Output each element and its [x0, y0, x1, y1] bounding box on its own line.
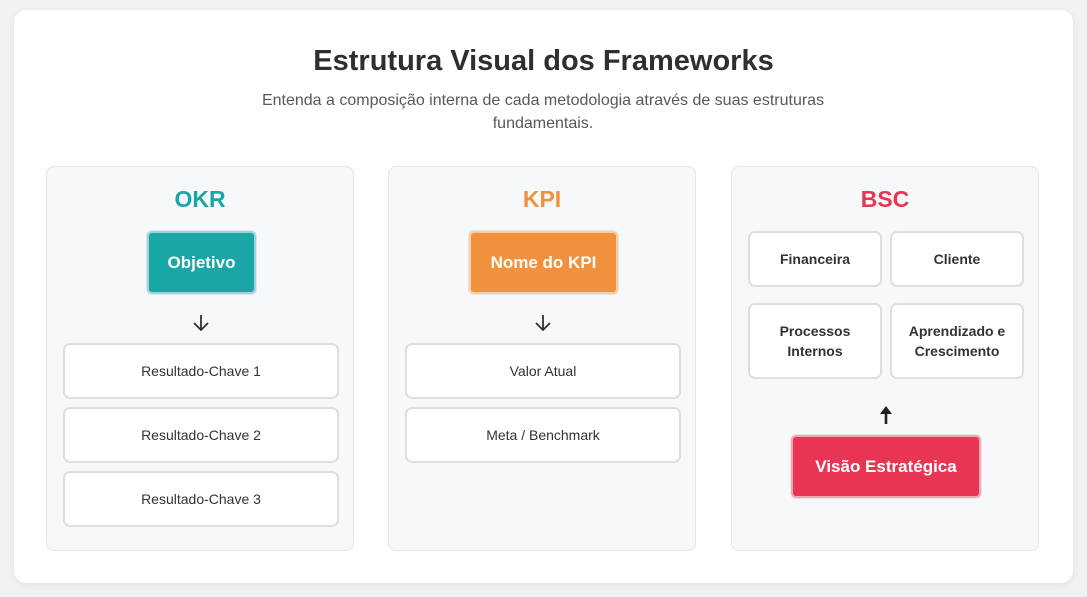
- okr-key-result-2: Resultado-Chave 2: [63, 407, 339, 463]
- bsc-perspective-learning-growth: Aprendizado e Crescimento: [890, 303, 1024, 379]
- kpi-name-box: Nome do KPI: [469, 231, 618, 294]
- okr-key-result-label: Resultado-Chave 2: [141, 427, 261, 443]
- bsc-strategic-vision-label: Visão Estratégica: [815, 456, 957, 476]
- okr-title: OKR: [174, 186, 226, 212]
- bsc-title: BSC: [860, 186, 910, 212]
- bsc-perspective-financial: Financeira: [748, 231, 882, 287]
- bsc-perspective-customer: Cliente: [890, 231, 1024, 287]
- bsc-perspective-label: Aprendizado e Crescimento: [908, 323, 1006, 359]
- kpi-item-label: Meta / Benchmark: [486, 427, 600, 443]
- arrow-down-icon: [186, 311, 216, 335]
- kpi-current-value: Valor Atual: [405, 343, 681, 399]
- okr-objective-box: Objetivo: [147, 231, 256, 294]
- okr-key-result-label: Resultado-Chave 1: [141, 363, 261, 379]
- okr-objective-label: Objetivo: [167, 252, 236, 272]
- arrow-down-icon: [528, 311, 558, 335]
- kpi-name-label: Nome do KPI: [490, 252, 597, 272]
- kpi-panel: KPI Nome do KPI Valor Atual Meta / Bench…: [388, 166, 696, 551]
- kpi-item-label: Valor Atual: [509, 363, 577, 379]
- kpi-title: KPI: [522, 186, 562, 212]
- bsc-perspective-label: Cliente: [933, 251, 981, 267]
- okr-key-result-3: Resultado-Chave 3: [63, 471, 339, 527]
- bsc-strategic-vision-box: Visão Estratégica: [791, 435, 981, 498]
- bsc-perspective-label: Processos Internos: [779, 323, 851, 359]
- page-subtitle: Entenda a composição interna de cada met…: [261, 92, 825, 132]
- bsc-perspective-internal-processes: Processos Internos: [748, 303, 882, 379]
- kpi-target-benchmark: Meta / Benchmark: [405, 407, 681, 463]
- arrow-up-icon: [871, 403, 901, 427]
- okr-panel: OKR Objetivo Resultado-Chave 1 Resultado…: [46, 166, 354, 551]
- bsc-perspective-label: Financeira: [779, 251, 851, 267]
- page-title: Estrutura Visual dos Frameworks: [313, 45, 774, 77]
- okr-key-result-label: Resultado-Chave 3: [141, 491, 261, 507]
- okr-key-result-1: Resultado-Chave 1: [63, 343, 339, 399]
- bsc-panel: BSC Financeira Cliente Processos Interno…: [731, 166, 1039, 551]
